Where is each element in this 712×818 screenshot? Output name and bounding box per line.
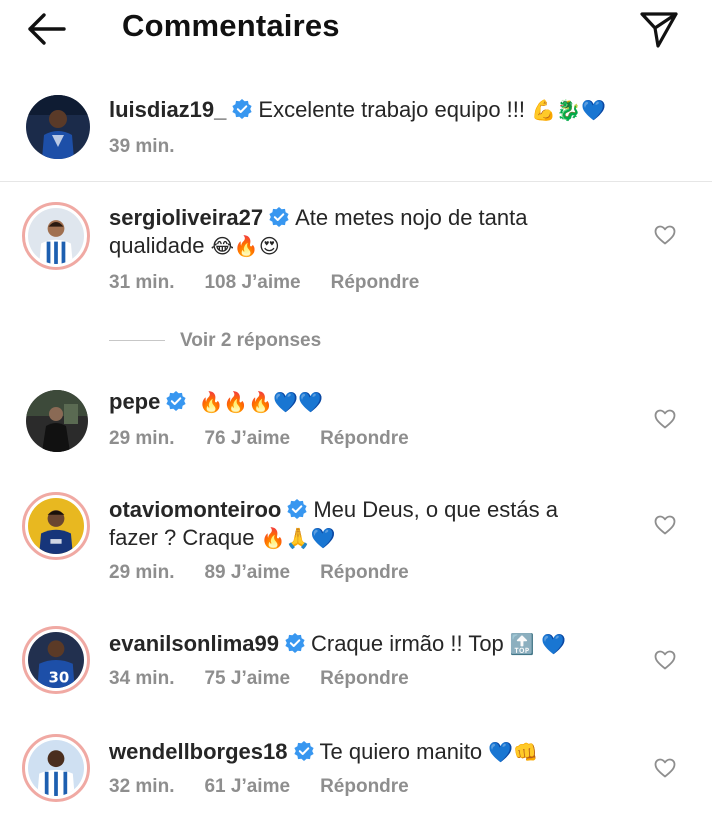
svg-text:30: 30	[49, 668, 70, 686]
comment-text: Ate metes nojo de tanta	[295, 205, 528, 230]
comment-text: Excelente trabajo equipo !!!	[258, 97, 526, 122]
emoji-group: 🔥🙏💙	[260, 526, 336, 550]
verified-badge-icon	[285, 633, 305, 653]
verified-badge-icon	[287, 499, 307, 519]
like-button[interactable]	[654, 409, 676, 429]
avatar[interactable]	[22, 202, 90, 270]
avatar[interactable]	[26, 390, 88, 452]
caption-body: luisdiaz19_ Excelente trabajo equipo !!! …	[109, 96, 609, 124]
avatar[interactable]	[22, 492, 90, 560]
paper-plane-icon	[640, 12, 678, 48]
verified-badge-icon	[293, 741, 314, 761]
reply-button[interactable]: Répondre	[331, 272, 420, 293]
avatar[interactable]	[26, 95, 90, 159]
like-button[interactable]	[654, 650, 676, 670]
comment-time: 39 min.	[109, 136, 175, 157]
username[interactable]: wendellborges18	[109, 739, 288, 764]
username[interactable]: sergioliveira27	[109, 205, 263, 230]
share-button[interactable]	[636, 6, 682, 50]
like-button[interactable]	[654, 515, 676, 535]
avatar[interactable]: 30	[22, 626, 90, 694]
emoji-group: 🔝 💙	[509, 632, 567, 656]
comment-text-cont: qualidade	[109, 233, 205, 258]
comment-text: Te quiero manito	[319, 739, 483, 764]
emoji-group: 💙👊	[488, 740, 539, 764]
comment-text-cont: fazer ? Craque	[109, 525, 255, 550]
reply-button[interactable]: Répondre	[320, 668, 409, 689]
comment-meta: 39 min.	[109, 136, 204, 158]
reply-button[interactable]: Répondre	[320, 428, 409, 449]
comment-body: pepe 🔥🔥🔥💙💙	[109, 388, 609, 416]
comment-body: evanilsonlima99 Craque irmão !! Top 🔝 💙	[109, 630, 609, 658]
username[interactable]: otaviomonteiroo	[109, 497, 281, 522]
username[interactable]: pepe	[109, 389, 160, 414]
header-bar: Commentaires	[0, 0, 712, 58]
username[interactable]: luisdiaz19_	[109, 97, 226, 122]
comment-body: otaviomonteiroo Meu Deus, o que estás a f…	[109, 496, 609, 552]
reply-button[interactable]: Répondre	[320, 562, 409, 583]
comment-time: 31 min.	[109, 272, 175, 293]
back-button[interactable]	[24, 10, 68, 48]
comment-body: sergioliveira27 Ate metes nojo de tanta q…	[109, 204, 609, 260]
view-replies-label: Voir 2 réponses	[180, 330, 322, 351]
likes-count[interactable]: 108 J’aime	[204, 272, 300, 293]
comment-meta: 34 min. 75 J’aime Répondre	[109, 668, 439, 690]
likes-count[interactable]: 75 J’aime	[204, 668, 290, 689]
reply-button[interactable]: Répondre	[320, 776, 409, 797]
replies-divider	[109, 340, 165, 341]
comment-meta: 31 min. 108 J’aime Répondre	[109, 272, 449, 294]
comment-time: 32 min.	[109, 776, 175, 797]
heart-outline-icon	[654, 409, 676, 429]
likes-count[interactable]: 89 J’aime	[204, 562, 290, 583]
verified-badge-icon	[269, 207, 289, 227]
heart-outline-icon	[654, 225, 676, 245]
like-button[interactable]	[654, 225, 676, 245]
heart-outline-icon	[654, 758, 676, 778]
like-button[interactable]	[654, 758, 676, 778]
likes-count[interactable]: 61 J’aime	[204, 776, 290, 797]
comment-time: 34 min.	[109, 668, 175, 689]
heart-outline-icon	[654, 515, 676, 535]
comment-time: 29 min.	[109, 428, 175, 449]
comment-text: Meu Deus, o que estás a	[313, 497, 558, 522]
heart-outline-icon	[654, 650, 676, 670]
verified-badge-icon	[166, 391, 186, 411]
post-caption: luisdiaz19_ Excelente trabajo equipo !!! …	[0, 88, 712, 181]
avatar[interactable]	[22, 734, 90, 802]
username[interactable]: evanilsonlima99	[109, 631, 279, 656]
emoji-group: 😂🔥😍	[210, 234, 280, 258]
comment-time: 29 min.	[109, 562, 175, 583]
page-title: Commentaires	[122, 8, 340, 43]
emoji-group: 🔥🔥🔥💙💙	[198, 390, 323, 414]
emoji-group: 💪🐉💙	[531, 98, 606, 122]
comment-meta: 32 min. 61 J’aime Répondre	[109, 776, 439, 798]
likes-count[interactable]: 76 J’aime	[204, 428, 290, 449]
comment-text: Craque irmão !! Top	[310, 631, 504, 656]
comment-meta: 29 min. 89 J’aime Répondre	[109, 562, 439, 584]
verified-badge-icon	[232, 99, 252, 119]
divider	[0, 181, 712, 182]
comment-meta: 29 min. 76 J’aime Répondre	[109, 428, 439, 450]
comment-body: wendellborges18 Te quiero manito 💙👊	[109, 738, 609, 766]
arrow-left-icon	[28, 13, 66, 45]
